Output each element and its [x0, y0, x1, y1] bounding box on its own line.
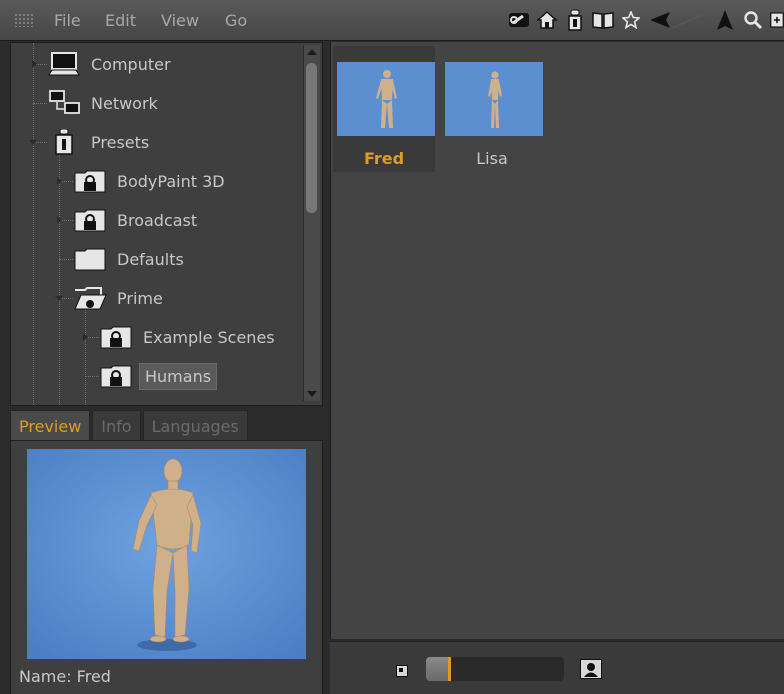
- computer-icon: [47, 51, 81, 77]
- large-thumbnail-icon[interactable]: [580, 659, 602, 679]
- tree-item-label: Computer: [91, 54, 171, 74]
- preview-tabs: Preview Info Languages: [10, 410, 248, 441]
- tree-item-broadcast[interactable]: Broadcast: [73, 202, 197, 238]
- collapse-arrow-icon[interactable]: [29, 140, 37, 145]
- tab-info[interactable]: Info: [92, 410, 141, 441]
- presets-icon: [47, 128, 81, 155]
- menubar: File Edit View Go: [0, 0, 784, 41]
- add-icon[interactable]: [770, 9, 784, 31]
- menu-file[interactable]: File: [54, 11, 81, 30]
- expand-arrow-icon[interactable]: [32, 60, 37, 68]
- scroll-down-icon[interactable]: [307, 391, 317, 397]
- tree-item-label: Example Scenes: [143, 327, 275, 347]
- tree-item-label: Presets: [91, 132, 150, 152]
- content-item-lisa[interactable]: Lisa: [441, 46, 543, 172]
- lisa-thumbnail: [445, 62, 543, 136]
- tree-item-computer[interactable]: Computer: [47, 46, 171, 82]
- toolbar: [508, 6, 784, 34]
- tree-item-label: Prime: [117, 288, 163, 308]
- tree-item-prime[interactable]: Prime: [73, 280, 163, 316]
- tree-item-label: Defaults: [117, 249, 184, 269]
- search-icon[interactable]: [742, 9, 764, 31]
- tree-scrollbar[interactable]: [303, 45, 320, 401]
- expand-arrow-icon[interactable]: [83, 333, 88, 341]
- tree-item-example-scenes[interactable]: Example Scenes: [99, 319, 275, 355]
- menu-view[interactable]: View: [161, 11, 199, 30]
- slider-knob[interactable]: [448, 657, 451, 681]
- content-item-name: Lisa: [476, 149, 508, 168]
- tree-item-label: Humans: [139, 362, 218, 390]
- content-browser: Fred Lisa: [330, 42, 784, 639]
- locked-folder-icon: [73, 207, 107, 233]
- network-icon: [47, 90, 81, 116]
- tree-item-label: BodyPaint 3D: [117, 171, 225, 191]
- preview-image: [27, 449, 306, 659]
- back-arrow-icon[interactable]: [648, 9, 708, 31]
- menu-go[interactable]: Go: [225, 11, 247, 30]
- locked-folder-icon: [73, 168, 107, 194]
- statusbar: [330, 641, 784, 694]
- fred-thumbnail: [337, 62, 435, 136]
- open-folder-icon: [73, 285, 107, 311]
- tab-preview[interactable]: Preview: [10, 410, 91, 441]
- locked-folder-icon: [99, 363, 133, 389]
- grip-handle[interactable]: [14, 13, 34, 27]
- expand-arrow-icon[interactable]: [57, 177, 62, 185]
- small-thumbnail-icon[interactable]: [396, 665, 408, 677]
- slider-fill: [426, 657, 448, 681]
- link-icon[interactable]: [508, 9, 530, 31]
- star-icon[interactable]: [620, 9, 642, 31]
- home-icon[interactable]: [536, 9, 558, 31]
- preview-pane: Name: Fred: [10, 440, 323, 694]
- scroll-up-icon[interactable]: [307, 49, 317, 55]
- directory-tree: Computer Network Presets BodyPaint 3D Br…: [10, 42, 323, 406]
- collapse-arrow-icon[interactable]: [55, 296, 63, 301]
- content-item-fred[interactable]: Fred: [333, 46, 435, 172]
- scroll-thumb[interactable]: [306, 63, 317, 213]
- locked-folder-icon: [99, 324, 133, 350]
- tree-item-network[interactable]: Network: [47, 85, 158, 121]
- tree-item-humans[interactable]: Humans: [99, 358, 218, 394]
- folder-icon: [73, 246, 107, 272]
- tab-languages[interactable]: Languages: [142, 410, 248, 441]
- expand-arrow-icon[interactable]: [57, 216, 62, 224]
- tree-item-label: Network: [91, 93, 158, 113]
- tree-item-label: Broadcast: [117, 210, 198, 230]
- menu-edit[interactable]: Edit: [105, 11, 136, 30]
- preview-name-label: Name: Fred: [19, 667, 111, 686]
- book-icon[interactable]: [592, 9, 614, 31]
- tree-item-bodypaint-3d[interactable]: BodyPaint 3D: [73, 163, 225, 199]
- presets-icon[interactable]: [564, 9, 586, 31]
- up-arrow-icon[interactable]: [714, 9, 736, 31]
- tree-item-presets[interactable]: Presets: [47, 124, 149, 160]
- thumbnail-size-slider[interactable]: [426, 657, 564, 681]
- content-item-name: Fred: [363, 149, 405, 168]
- tree-item-defaults[interactable]: Defaults: [73, 241, 184, 277]
